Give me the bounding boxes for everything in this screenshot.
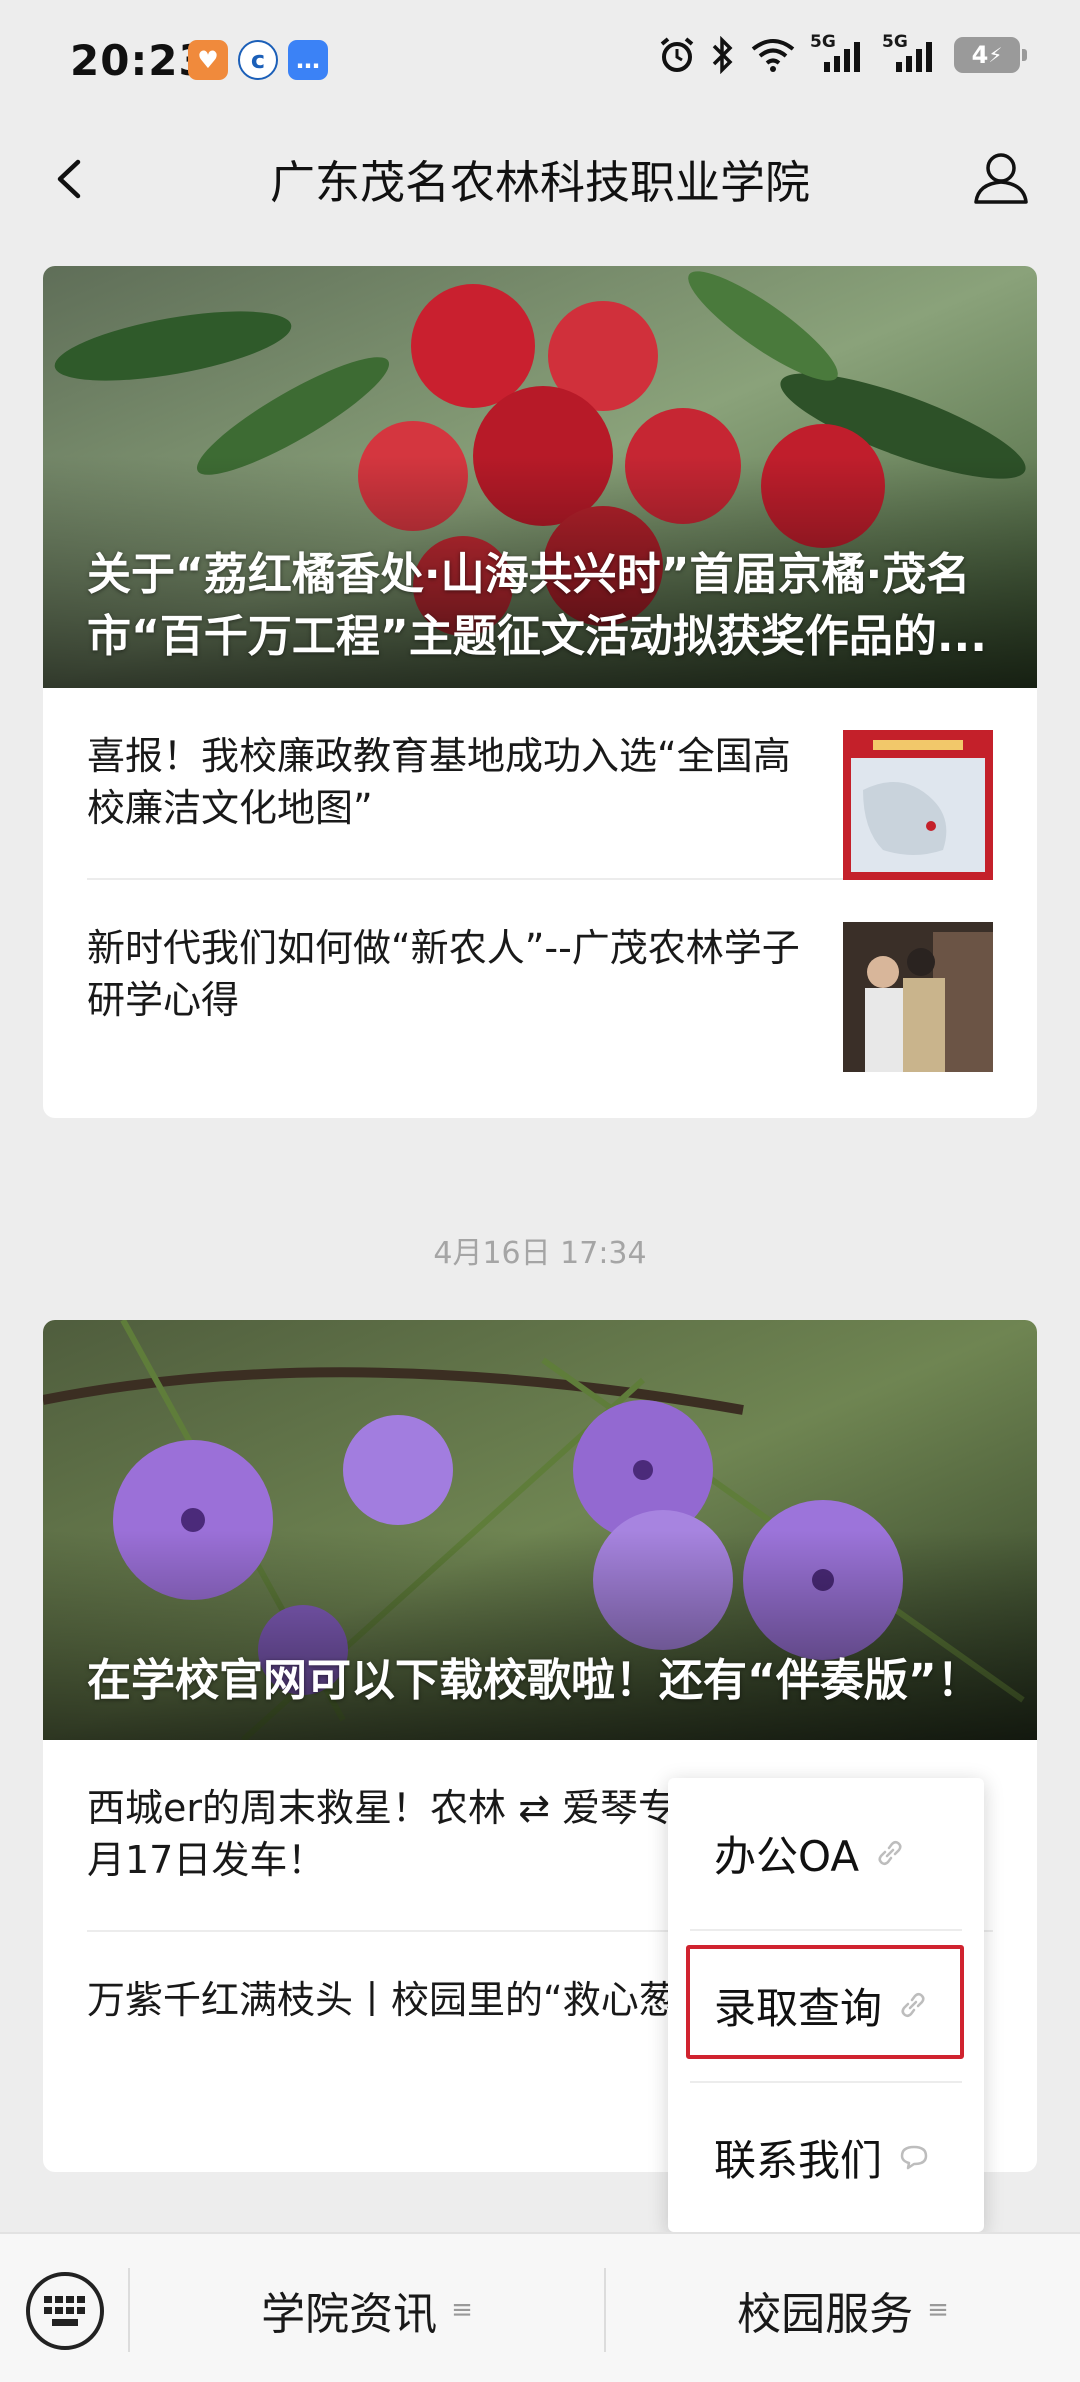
menu-college-news[interactable]: 学院资讯 ≡ bbox=[130, 2278, 604, 2342]
battery-level: 4 bbox=[971, 41, 989, 69]
app-notification-icon: c bbox=[238, 40, 278, 80]
menu-campus-services[interactable]: 校园服务 ≡ bbox=[606, 2278, 1080, 2342]
bluetooth-icon bbox=[712, 36, 733, 74]
submenu-lines-icon: ≡ bbox=[927, 2295, 949, 2325]
page-title: 广东茂名农林科技职业学院 bbox=[269, 156, 810, 209]
battery-icon: 4 ⚡ bbox=[954, 37, 1027, 73]
menu-label: 学院资讯 bbox=[261, 2289, 438, 2340]
keyboard-toggle-button[interactable] bbox=[26, 2272, 104, 2350]
article-title: 喜报！我校廉政教育基地成功入选“全国高校廉洁文化地图” bbox=[87, 734, 791, 830]
menu-item-label: 联系我们 bbox=[714, 2136, 883, 2185]
map-thumbnail-image bbox=[843, 730, 993, 880]
cover-article[interactable]: 关于“荔红橘香处·山海共兴时”首届京橘·茂名市“百千万工程”主题征文活动拟获奖作… bbox=[43, 266, 1037, 688]
message-timestamp: 4月16日 17:34 bbox=[433, 1236, 647, 1271]
menu-item-office-oa[interactable]: 办公OA bbox=[668, 1778, 984, 1929]
signal-bars-icon bbox=[824, 42, 860, 72]
list-item[interactable]: 喜报！我校廉政教育基地成功入选“全国高校廉洁文化地图” bbox=[87, 688, 993, 880]
nav-bar: 广东茂名农林科技职业学院 bbox=[0, 120, 1080, 236]
cover-title: 关于“荔红橘香处·山海共兴时”首届京橘·茂名市“百千万工程”主题征文活动拟获奖作… bbox=[87, 549, 987, 662]
signal-bars-icon bbox=[896, 42, 932, 72]
app-notification-icon: ♥ bbox=[188, 40, 228, 80]
wifi-icon bbox=[751, 39, 795, 72]
article-title: 新时代我们如何做“新农人”--广茂农林学子研学心得 bbox=[87, 926, 800, 1022]
keyboard-icon bbox=[44, 2296, 85, 2326]
alarm-icon bbox=[660, 37, 694, 72]
profile-button[interactable] bbox=[966, 142, 1036, 212]
menu-item-label: 办公OA bbox=[714, 1832, 860, 1881]
highlight-box bbox=[686, 1945, 964, 2059]
chat-bubble-icon bbox=[898, 2133, 930, 2182]
menu-label: 校园服务 bbox=[737, 2289, 914, 2340]
submenu-lines-icon: ≡ bbox=[451, 2295, 473, 2325]
cover-article[interactable]: 在学校官网可以下载校歌啦！还有“伴奏版”！ bbox=[43, 1320, 1037, 1740]
notification-icons: ♥ c … bbox=[188, 40, 328, 80]
article-thumbnail bbox=[843, 730, 993, 880]
bottom-menu-bar: 学院资讯 ≡ 校园服务 ≡ bbox=[0, 2232, 1080, 2382]
article-card: 关于“荔红橘香处·山海共兴时”首届京橘·茂名市“百千万工程”主题征文活动拟获奖作… bbox=[43, 266, 1037, 1118]
chevron-left-icon bbox=[57, 159, 81, 199]
students-thumbnail-image bbox=[843, 922, 993, 1072]
charging-icon: ⚡ bbox=[988, 43, 1003, 67]
message-notification-icon: … bbox=[288, 40, 328, 80]
link-icon bbox=[875, 1829, 905, 1878]
status-bar: 20:23 ♥ c … 5G 5G 4 ⚡ bbox=[0, 0, 1080, 120]
article-thumbnail bbox=[843, 922, 993, 1072]
screen: 20:23 ♥ c … 5G 5G 4 ⚡ 广东茂名农林科技职业学院 关于“荔红… bbox=[0, 0, 1080, 2382]
cellular-signal-1: 5G bbox=[810, 32, 868, 74]
menu-item-contact-us[interactable]: 联系我们 bbox=[668, 2082, 984, 2233]
cellular-signal-2: 5G bbox=[882, 32, 940, 74]
cover-title: 在学校官网可以下载校歌啦！还有“伴奏版”！ bbox=[87, 1655, 981, 1706]
back-button[interactable] bbox=[36, 144, 106, 214]
person-icon bbox=[974, 153, 1028, 204]
list-item[interactable]: 新时代我们如何做“新农人”--广茂农林学子研学心得 bbox=[87, 880, 993, 1072]
system-icons: 5G 5G 4 ⚡ bbox=[658, 32, 1027, 74]
